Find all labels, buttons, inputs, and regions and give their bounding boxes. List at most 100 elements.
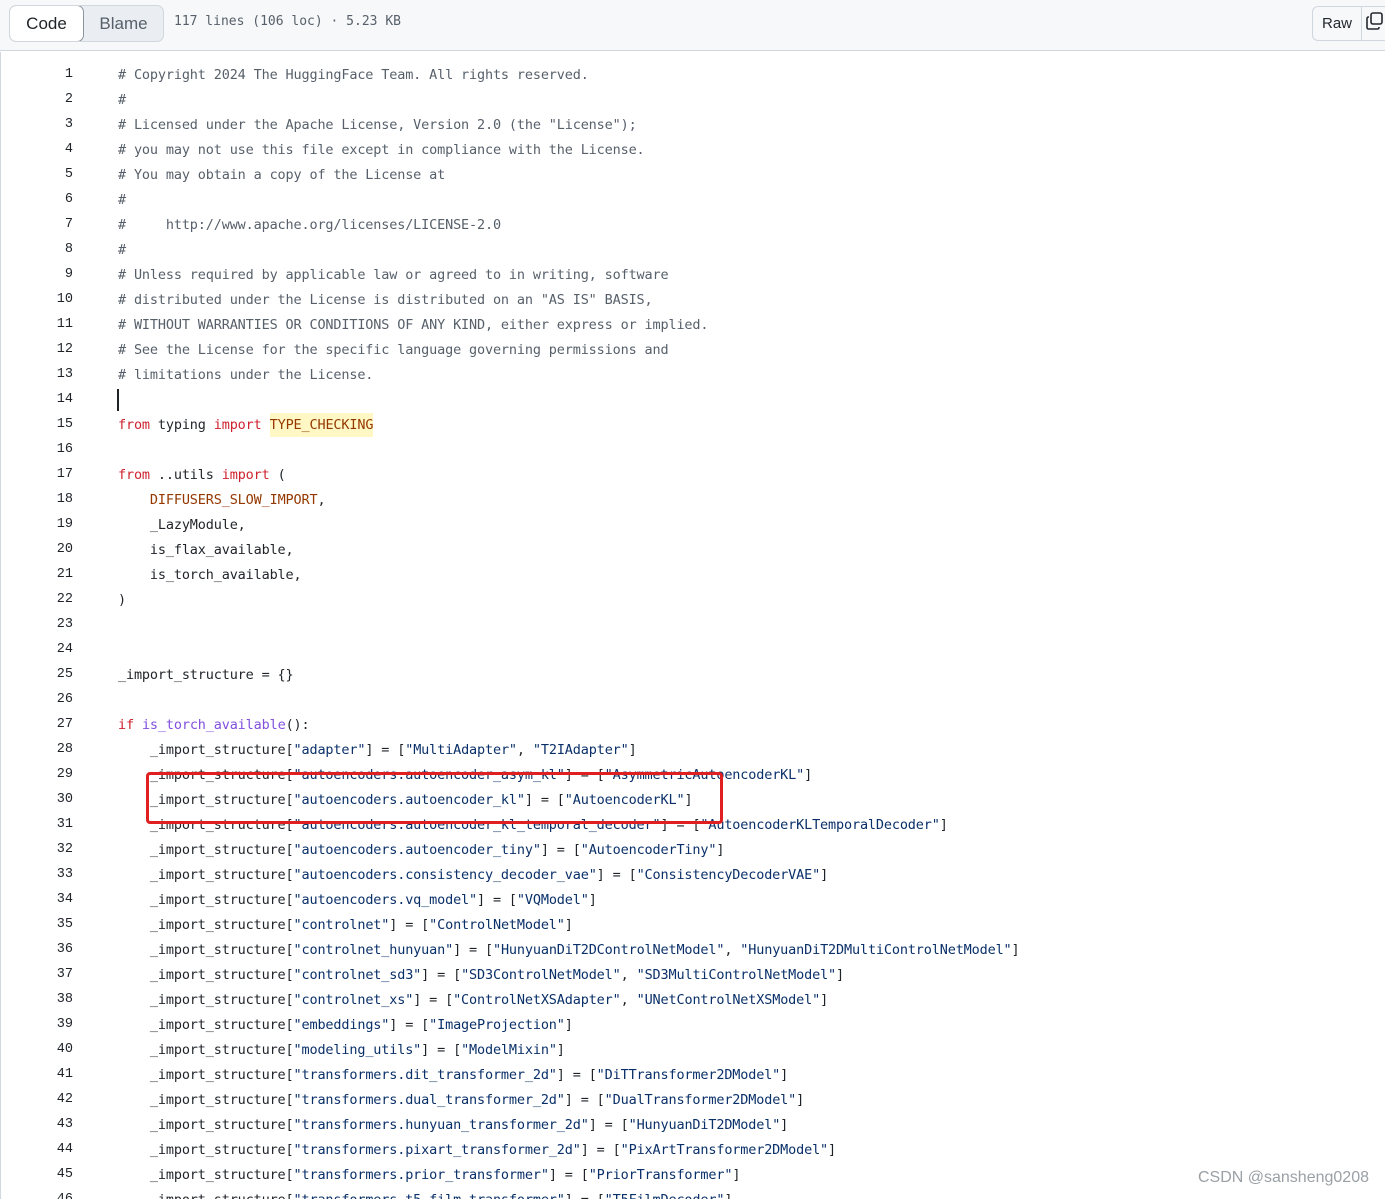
line-number[interactable]: 28 [1,742,73,757]
line-number[interactable]: 45 [1,1167,73,1182]
copy-button[interactable] [1362,7,1385,40]
code-line: 18 DIFFUSERS_SLOW_IMPORT, [1,487,1385,512]
line-number[interactable]: 46 [1,1192,73,1199]
line-number[interactable]: 1 [1,67,73,82]
code-line: 25 _import_structure = {} [1,662,1385,687]
line-number[interactable]: 6 [1,192,73,207]
code-line: 5 # You may obtain a copy of the License … [1,162,1385,187]
code-view[interactable]: 1 # Copyright 2024 The HuggingFace Team. … [0,52,1385,1199]
line-number[interactable]: 18 [1,492,73,507]
line-number[interactable]: 35 [1,917,73,932]
line-number[interactable]: 2 [1,92,73,107]
line-number[interactable]: 17 [1,467,73,482]
code-text: # You may obtain a copy of the License a… [118,166,446,183]
code-line: 1 # Copyright 2024 The HuggingFace Team. … [1,62,1385,87]
line-number[interactable]: 31 [1,817,73,832]
line-number[interactable]: 43 [1,1117,73,1132]
code-text: _LazyModule, [118,516,246,533]
code-line: 34 _import_structure["autoencoders.vq_mo… [1,887,1385,912]
line-number[interactable]: 33 [1,867,73,882]
line-number[interactable]: 21 [1,567,73,582]
line-number[interactable]: 7 [1,217,73,232]
line-number[interactable]: 12 [1,342,73,357]
line-number[interactable]: 38 [1,992,73,1007]
line-number[interactable]: 19 [1,517,73,532]
line-number[interactable]: 40 [1,1042,73,1057]
code-text: DIFFUSERS_SLOW_IMPORT, [149,491,326,508]
code-text: _import_structure["controlnet_hunyuan"] … [118,941,1020,958]
line-number[interactable]: 20 [1,542,73,557]
line-number[interactable]: 9 [1,267,73,282]
line-number[interactable]: 42 [1,1092,73,1107]
code-line: 20 is_flax_available, [1,537,1385,562]
line-number[interactable]: 22 [1,592,73,607]
line-number[interactable]: 16 [1,442,73,457]
code-text: _import_structure["transformers.hunyuan_… [118,1116,789,1133]
file-header: Code Blame 117 lines (106 loc) · 5.23 KB… [0,0,1385,51]
line-number[interactable]: 23 [1,617,73,632]
code-line: 37 _import_structure["controlnet_sd3"] =… [1,962,1385,987]
text-cursor [117,388,119,411]
code-line: 44 _import_structure["transformers.pixar… [1,1137,1385,1162]
code-line: 13 # limitations under the License. [1,362,1385,387]
code-line: 2 # [1,87,1385,112]
code-text: _import_structure["transformers.dual_tra… [118,1091,805,1108]
line-number[interactable]: 13 [1,367,73,382]
line-number[interactable]: 32 [1,842,73,857]
code-line: 10 # distributed under the License is dis… [1,287,1385,312]
code-text: # http://www.apache.org/licenses/LICENSE… [118,216,501,233]
code-line: 24 [1,637,1385,662]
code-text: _import_structure["controlnet"] = ["Cont… [118,916,573,933]
code-line: 26 [1,687,1385,712]
line-number[interactable]: 36 [1,942,73,957]
code-text: is_torch_available, [118,566,302,583]
code-text: from typing import TYPE_CHECKING [118,412,373,437]
line-number[interactable]: 10 [1,292,73,307]
code-line: 38 _import_structure["controlnet_xs"] = … [1,987,1385,1012]
line-number[interactable]: 34 [1,892,73,907]
code-text: _import_structure["transformers.pixart_t… [118,1141,837,1158]
line-number[interactable]: 8 [1,242,73,257]
code-text: # WITHOUT WARRANTIES OR CONDITIONS OF AN… [118,316,709,333]
line-number[interactable]: 4 [1,142,73,157]
line-number[interactable]: 25 [1,667,73,682]
code-line: 46 _import_structure["transformers.t5_fi… [1,1187,1385,1199]
code-text: # [118,241,126,258]
line-number[interactable]: 29 [1,767,73,782]
code-line: 43 _import_structure["transformers.hunyu… [1,1112,1385,1137]
line-number[interactable]: 27 [1,717,73,732]
code-text: _import_structure["autoencoders.autoenco… [118,766,813,783]
code-text: # Unless required by applicable law or a… [118,266,669,283]
line-number[interactable]: 30 [1,792,73,807]
code-text: _import_structure["autoencoders.autoenco… [118,816,948,833]
line-number[interactable]: 14 [1,392,73,407]
code-line: 19 _LazyModule, [1,512,1385,537]
line-number[interactable]: 5 [1,167,73,182]
code-text: _import_structure["embeddings"] = ["Imag… [118,1016,573,1033]
raw-button[interactable]: Raw [1313,7,1362,40]
code-line: 22) [1,587,1385,612]
line-number[interactable]: 44 [1,1142,73,1157]
code-tab[interactable]: Code [10,6,84,41]
code-text: _import_structure["autoencoders.autoenco… [118,841,725,858]
code-text: _import_structure["adapter"] = ["MultiAd… [118,741,637,758]
code-line: 40 _import_structure["modeling_utils"] =… [1,1037,1385,1062]
code-line: 3 # Licensed under the Apache License, Ve… [1,112,1385,137]
line-number[interactable]: 15 [1,417,73,432]
code-text: _import_structure["controlnet_sd3"] = ["… [118,966,845,983]
code-line: 32 _import_structure["autoencoders.autoe… [1,837,1385,862]
line-number[interactable]: 24 [1,642,73,657]
line-number[interactable]: 11 [1,317,73,332]
raw-actions: Raw [1312,6,1385,41]
line-number[interactable]: 41 [1,1067,73,1082]
code-line: 4 # you may not use this file except in c… [1,137,1385,162]
line-number[interactable]: 37 [1,967,73,982]
blame-tab[interactable]: Blame [84,6,163,41]
line-number[interactable]: 3 [1,117,73,132]
view-mode-toggle: Code Blame [9,5,164,42]
line-number[interactable]: 39 [1,1017,73,1032]
code-text: is_flax_available, [118,541,294,558]
line-number[interactable]: 26 [1,692,73,707]
code-text: # [118,191,126,208]
code-line: 30 _import_structure["autoencoders.autoe… [1,787,1385,812]
